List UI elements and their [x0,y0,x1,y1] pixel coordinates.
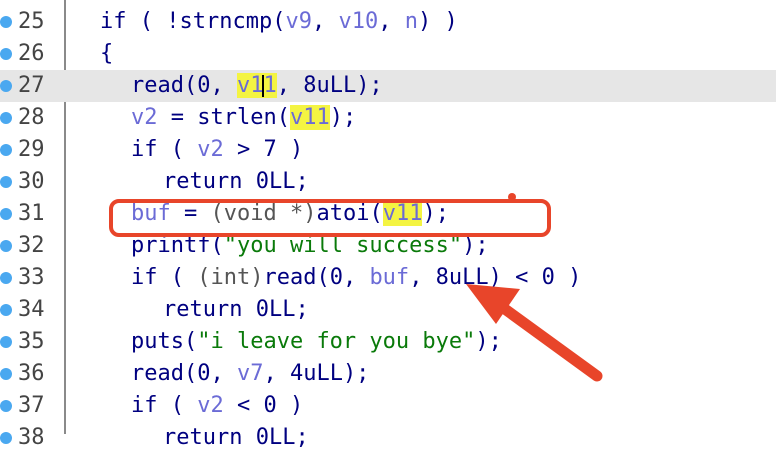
arrow-shaft [492,298,603,382]
annotation-arrow [466,284,603,382]
